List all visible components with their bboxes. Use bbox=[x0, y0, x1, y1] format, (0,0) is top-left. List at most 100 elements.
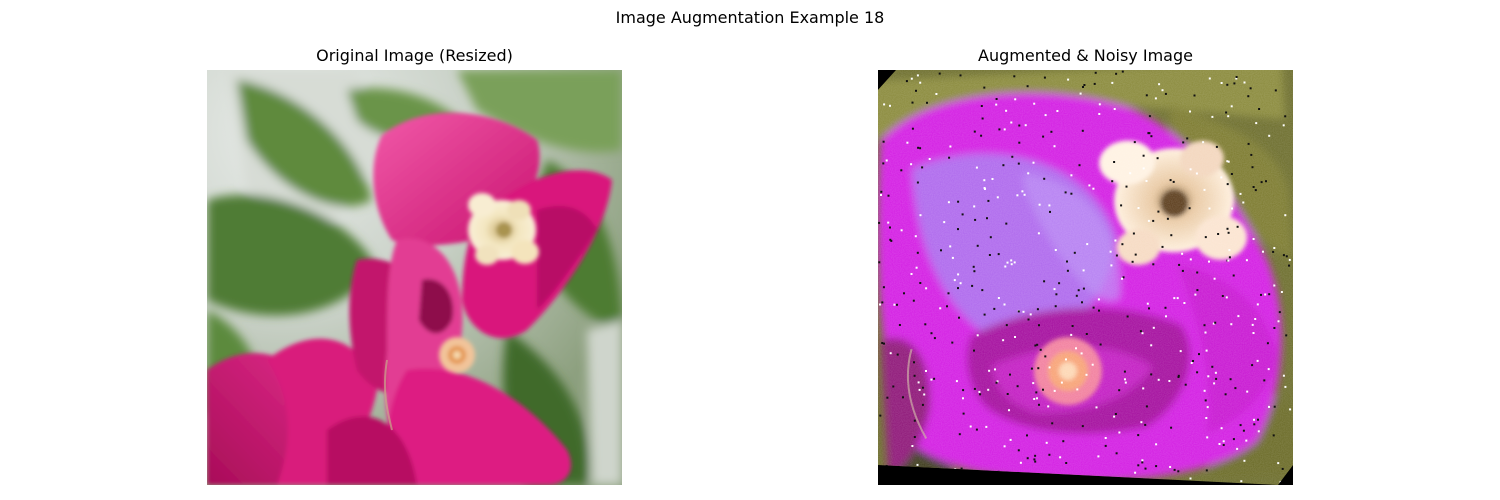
noise-dot bbox=[1145, 180, 1148, 182]
noise-dot bbox=[1243, 81, 1246, 84]
noise-dot bbox=[1256, 303, 1259, 306]
noise-dot bbox=[1211, 365, 1214, 368]
noise-dot bbox=[1155, 465, 1158, 468]
noise-dot bbox=[1211, 115, 1214, 118]
noise-dot bbox=[1205, 349, 1208, 352]
noise-dot bbox=[1236, 447, 1239, 450]
noise-dot bbox=[913, 436, 916, 438]
noise-dot bbox=[1120, 204, 1123, 207]
noise-dot bbox=[921, 403, 924, 406]
noise-dot bbox=[971, 284, 974, 287]
noise-dot bbox=[1177, 470, 1180, 473]
noise-dot bbox=[1182, 141, 1185, 144]
noise-dot bbox=[1214, 321, 1217, 324]
noise-dot bbox=[933, 337, 936, 340]
noise-dot bbox=[913, 374, 916, 377]
noise-dot bbox=[1032, 382, 1035, 385]
noise-dot bbox=[1042, 388, 1044, 391]
original-image-title: Original Image (Resized) bbox=[316, 46, 513, 65]
noise-dot bbox=[896, 303, 898, 306]
noise-dot bbox=[987, 199, 990, 202]
noise-dot bbox=[995, 98, 998, 100]
noise-dot bbox=[1114, 413, 1117, 415]
noise-dot bbox=[1098, 309, 1100, 312]
noise-dot bbox=[1004, 265, 1007, 268]
noise-dot bbox=[1282, 254, 1285, 257]
noise-dot bbox=[1048, 453, 1051, 456]
noise-dot bbox=[1044, 114, 1047, 117]
noise-dot bbox=[1093, 82, 1096, 85]
noise-dot bbox=[1137, 464, 1140, 467]
noise-dot bbox=[1235, 76, 1238, 78]
noise-dot bbox=[1079, 92, 1082, 95]
noise-dot bbox=[1267, 368, 1270, 371]
noise-dot bbox=[978, 390, 981, 393]
noise-dot bbox=[1265, 180, 1267, 183]
noise-dot bbox=[1115, 452, 1118, 455]
noise-dot bbox=[1251, 166, 1254, 169]
noise-dot bbox=[1056, 110, 1059, 112]
noise-dot bbox=[975, 428, 978, 431]
noise-dot bbox=[1226, 160, 1229, 163]
noise-dot bbox=[998, 128, 1001, 131]
noise-dot bbox=[921, 386, 924, 389]
noise-dot bbox=[973, 270, 976, 273]
noise-dot bbox=[893, 303, 896, 306]
noise-dot bbox=[1208, 77, 1211, 80]
noise-dot bbox=[1027, 172, 1030, 175]
noise-dot bbox=[1035, 391, 1038, 394]
noise-dot bbox=[1227, 115, 1230, 118]
noise-dot bbox=[1288, 258, 1291, 261]
noise-dot bbox=[1150, 344, 1153, 347]
noise-dot bbox=[903, 292, 905, 295]
noise-dot bbox=[1088, 184, 1091, 187]
noise-dot bbox=[1021, 190, 1024, 193]
noise-dot bbox=[1157, 210, 1160, 213]
noise-dot bbox=[1030, 367, 1033, 370]
noise-dot bbox=[928, 158, 931, 160]
noise-dot bbox=[1016, 385, 1019, 388]
noise-dot bbox=[1273, 405, 1276, 408]
noise-dot bbox=[988, 369, 991, 372]
noise-dot bbox=[1257, 430, 1260, 433]
noise-dot bbox=[1152, 263, 1155, 266]
noise-dot bbox=[1070, 192, 1073, 195]
noise-dot bbox=[1173, 468, 1176, 471]
noise-dot bbox=[1008, 409, 1010, 412]
noise-dot bbox=[951, 341, 954, 344]
noise-dot bbox=[917, 381, 920, 384]
noise-dot bbox=[886, 396, 889, 399]
noise-dot bbox=[1155, 443, 1158, 446]
noise-dot bbox=[1273, 284, 1276, 287]
lower-floret bbox=[439, 337, 475, 373]
noise-dot bbox=[1284, 115, 1287, 118]
noise-dot bbox=[1179, 350, 1182, 353]
noise-dot bbox=[1099, 343, 1102, 346]
noise-dot bbox=[1141, 459, 1144, 462]
noise-dot bbox=[1192, 360, 1194, 362]
noise-dot bbox=[1268, 134, 1271, 137]
noise-dot bbox=[1281, 467, 1284, 470]
noise-dot bbox=[976, 244, 979, 247]
noise-dot bbox=[1218, 443, 1221, 445]
noise-dot bbox=[915, 266, 918, 269]
noise-dot bbox=[1098, 103, 1101, 106]
noise-dot bbox=[974, 218, 977, 221]
noise-dot bbox=[1195, 172, 1198, 175]
noise-dot bbox=[1288, 264, 1290, 267]
noise-dot bbox=[1111, 81, 1114, 84]
noise-dot bbox=[1085, 373, 1088, 376]
noise-dot bbox=[1203, 324, 1206, 327]
noise-dot bbox=[1186, 137, 1189, 140]
noise-dot bbox=[1206, 406, 1209, 409]
noise-dot bbox=[1076, 388, 1079, 391]
noise-dot bbox=[1196, 271, 1199, 274]
noise-dot bbox=[881, 301, 884, 304]
noise-dot bbox=[910, 273, 913, 275]
noise-dot bbox=[972, 265, 975, 268]
noise-dot bbox=[983, 313, 986, 316]
noise-dot bbox=[981, 117, 984, 120]
noise-dot bbox=[900, 169, 903, 172]
noise-dot bbox=[1140, 421, 1143, 424]
noise-dot bbox=[911, 101, 914, 104]
